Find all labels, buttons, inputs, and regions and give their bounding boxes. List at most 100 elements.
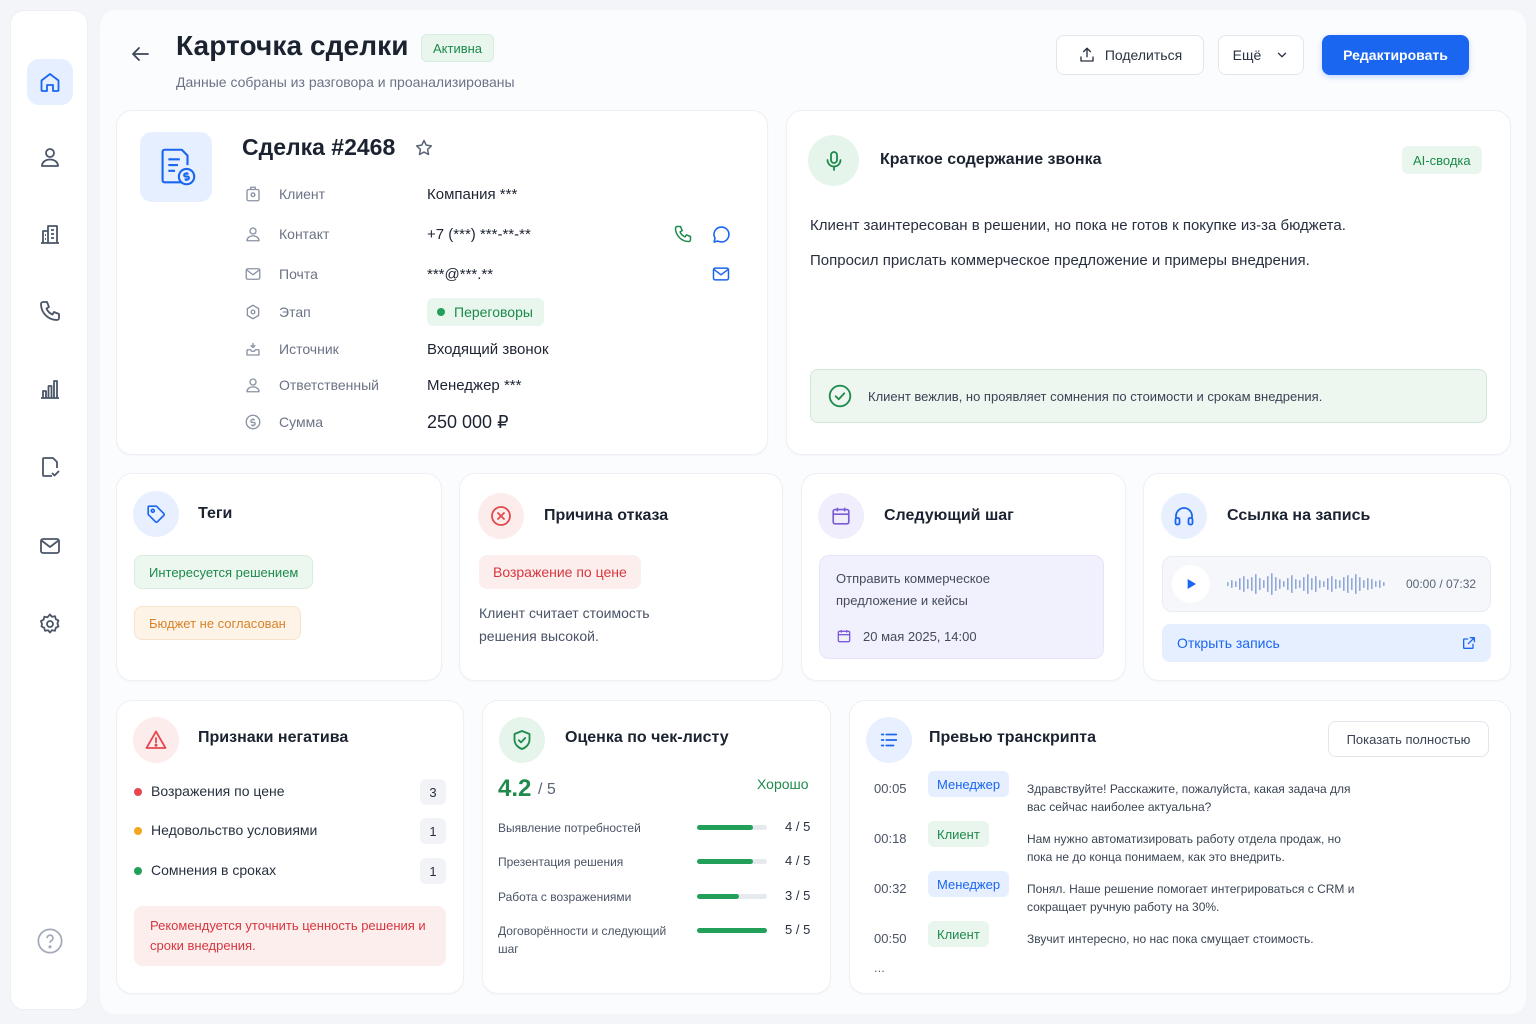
nav-settings[interactable] bbox=[27, 601, 73, 647]
shield-icon-circle bbox=[499, 717, 545, 763]
waveform-bar bbox=[1375, 581, 1377, 587]
transcript-icon-circle bbox=[866, 717, 912, 763]
calendar-icon bbox=[837, 630, 851, 643]
waveform-bar bbox=[1279, 579, 1281, 589]
summary-line: Попросил прислать коммерческое предложен… bbox=[810, 252, 1310, 269]
severity-dot bbox=[134, 827, 142, 835]
call-button[interactable] bbox=[673, 224, 693, 244]
summary-title: Краткое содержание звонка bbox=[880, 151, 1102, 168]
chevron-down-icon bbox=[1278, 52, 1287, 58]
send-email-button[interactable] bbox=[711, 264, 731, 284]
refusal-text: Клиент считает стоимость решения высокой… bbox=[479, 605, 650, 644]
check-circle-icon bbox=[828, 384, 852, 408]
waveform-bar bbox=[1327, 578, 1329, 590]
more-button[interactable]: Ещё bbox=[1218, 35, 1304, 75]
stage-icon bbox=[246, 304, 260, 320]
negative-item: Недовольство условиями 1 bbox=[134, 818, 446, 844]
waveform-bar bbox=[1275, 577, 1277, 591]
open-recording-link[interactable]: Открыть запись bbox=[1162, 624, 1491, 662]
nav-mail[interactable] bbox=[27, 523, 73, 569]
refusal-icon-circle bbox=[478, 493, 524, 539]
mic-icon-circle bbox=[808, 135, 859, 186]
transcript-time[interactable]: 00:18 bbox=[874, 831, 907, 846]
waveform-bar bbox=[1231, 580, 1233, 588]
audio-player: 00:00 / 07:32 bbox=[1162, 556, 1491, 612]
invoice-icon bbox=[161, 148, 196, 186]
field-email-label: Почта bbox=[279, 266, 318, 282]
transcript-text: Нам нужно автоматизировать работу отдела… bbox=[1027, 832, 1341, 864]
open-recording-label: Открыть запись bbox=[1177, 635, 1280, 651]
transcript-title: Превью транскрипта bbox=[929, 729, 1097, 746]
checklist-score: 4.2 bbox=[498, 775, 532, 802]
back-button[interactable] bbox=[128, 42, 152, 66]
waveform-bar bbox=[1359, 577, 1361, 591]
next-step-text: Отправить коммерческое предложение и кей… bbox=[836, 571, 990, 608]
waveform-bar bbox=[1315, 576, 1317, 592]
waveform-bar bbox=[1355, 574, 1357, 594]
transcript-time[interactable]: 00:32 bbox=[874, 881, 907, 896]
checklist-score-of: / 5 bbox=[538, 781, 556, 798]
nav-analytics[interactable] bbox=[27, 366, 73, 412]
negative-item: Возражения по цене 3 bbox=[134, 779, 446, 805]
nav-calls[interactable] bbox=[27, 288, 73, 334]
status-badge: Активна bbox=[421, 34, 495, 62]
nav-contacts[interactable] bbox=[27, 134, 73, 180]
field-stage: Этап Переговоры bbox=[244, 298, 544, 326]
transcript-time[interactable]: 00:05 bbox=[874, 781, 907, 796]
microphone-icon bbox=[826, 150, 841, 171]
waveform-bar bbox=[1363, 580, 1365, 588]
waveform-bar bbox=[1319, 580, 1321, 588]
page-subtitle: Данные собраны из разговора и проанализи… bbox=[176, 74, 515, 90]
edit-button[interactable]: Редактировать bbox=[1322, 35, 1469, 75]
waveform-bar bbox=[1367, 578, 1369, 590]
favorite-button[interactable] bbox=[414, 138, 434, 158]
field-source-value: Входящий звонок bbox=[427, 340, 549, 358]
nav-tasks[interactable] bbox=[27, 444, 73, 490]
envelope-icon bbox=[712, 267, 730, 281]
summary-insight: Клиент вежлив, но проявляет сомнения по … bbox=[810, 369, 1487, 423]
shield-check-icon bbox=[513, 730, 531, 750]
tag-chip[interactable]: Бюджет не согласован bbox=[134, 606, 301, 640]
waveform-bar bbox=[1243, 576, 1245, 592]
headphones-icon bbox=[1174, 507, 1194, 526]
checklist-rating: Хорошо bbox=[757, 776, 809, 792]
more-label: Ещё bbox=[1232, 47, 1262, 63]
checklist-label: Договорённости и следующий шаг bbox=[498, 924, 667, 956]
warning-icon bbox=[145, 730, 167, 749]
waveform-bar bbox=[1235, 581, 1237, 587]
building-icon bbox=[41, 225, 59, 244]
share-icon bbox=[1080, 47, 1094, 62]
tag-chip[interactable]: Интересуется решением bbox=[134, 555, 314, 589]
play-button[interactable] bbox=[1172, 565, 1210, 603]
checklist-bar-fill bbox=[697, 859, 753, 864]
waveform[interactable] bbox=[1227, 572, 1387, 596]
waveform-bar bbox=[1307, 574, 1309, 594]
company-icon bbox=[246, 186, 260, 202]
nav-help[interactable] bbox=[27, 918, 73, 964]
waveform-bar bbox=[1379, 580, 1381, 588]
inbox-icon bbox=[246, 343, 260, 356]
field-owner-value: Менеджер *** bbox=[427, 376, 522, 394]
speaker-badge: Менеджер bbox=[928, 871, 1010, 897]
negative-label: Недовольство условиями bbox=[151, 822, 318, 838]
share-button[interactable]: Поделиться bbox=[1056, 35, 1204, 75]
field-contact-label: Контакт bbox=[279, 226, 330, 242]
field-email-value: ***@***.** bbox=[427, 265, 494, 283]
share-label: Поделиться bbox=[1104, 47, 1183, 63]
waveform-bar bbox=[1335, 579, 1337, 589]
checklist-label: Выявление потребностей bbox=[498, 821, 641, 835]
show-all-button[interactable]: Показать полностью bbox=[1328, 721, 1489, 757]
waveform-bar bbox=[1323, 581, 1325, 587]
nav-companies[interactable] bbox=[27, 211, 73, 257]
nav-home[interactable] bbox=[27, 59, 73, 105]
waveform-bar bbox=[1343, 577, 1345, 591]
transcript-time[interactable]: 00:50 bbox=[874, 931, 907, 946]
field-amount: Сумма 250 000 ₽ bbox=[244, 411, 509, 433]
external-link-icon bbox=[1463, 637, 1475, 649]
message-button[interactable] bbox=[711, 224, 732, 245]
field-stage-label: Этап bbox=[279, 304, 311, 320]
waveform-bar bbox=[1371, 579, 1373, 589]
warning-icon-circle bbox=[133, 717, 179, 763]
chart-icon bbox=[41, 380, 59, 399]
recording-title: Ссылка на запись bbox=[1227, 507, 1371, 524]
